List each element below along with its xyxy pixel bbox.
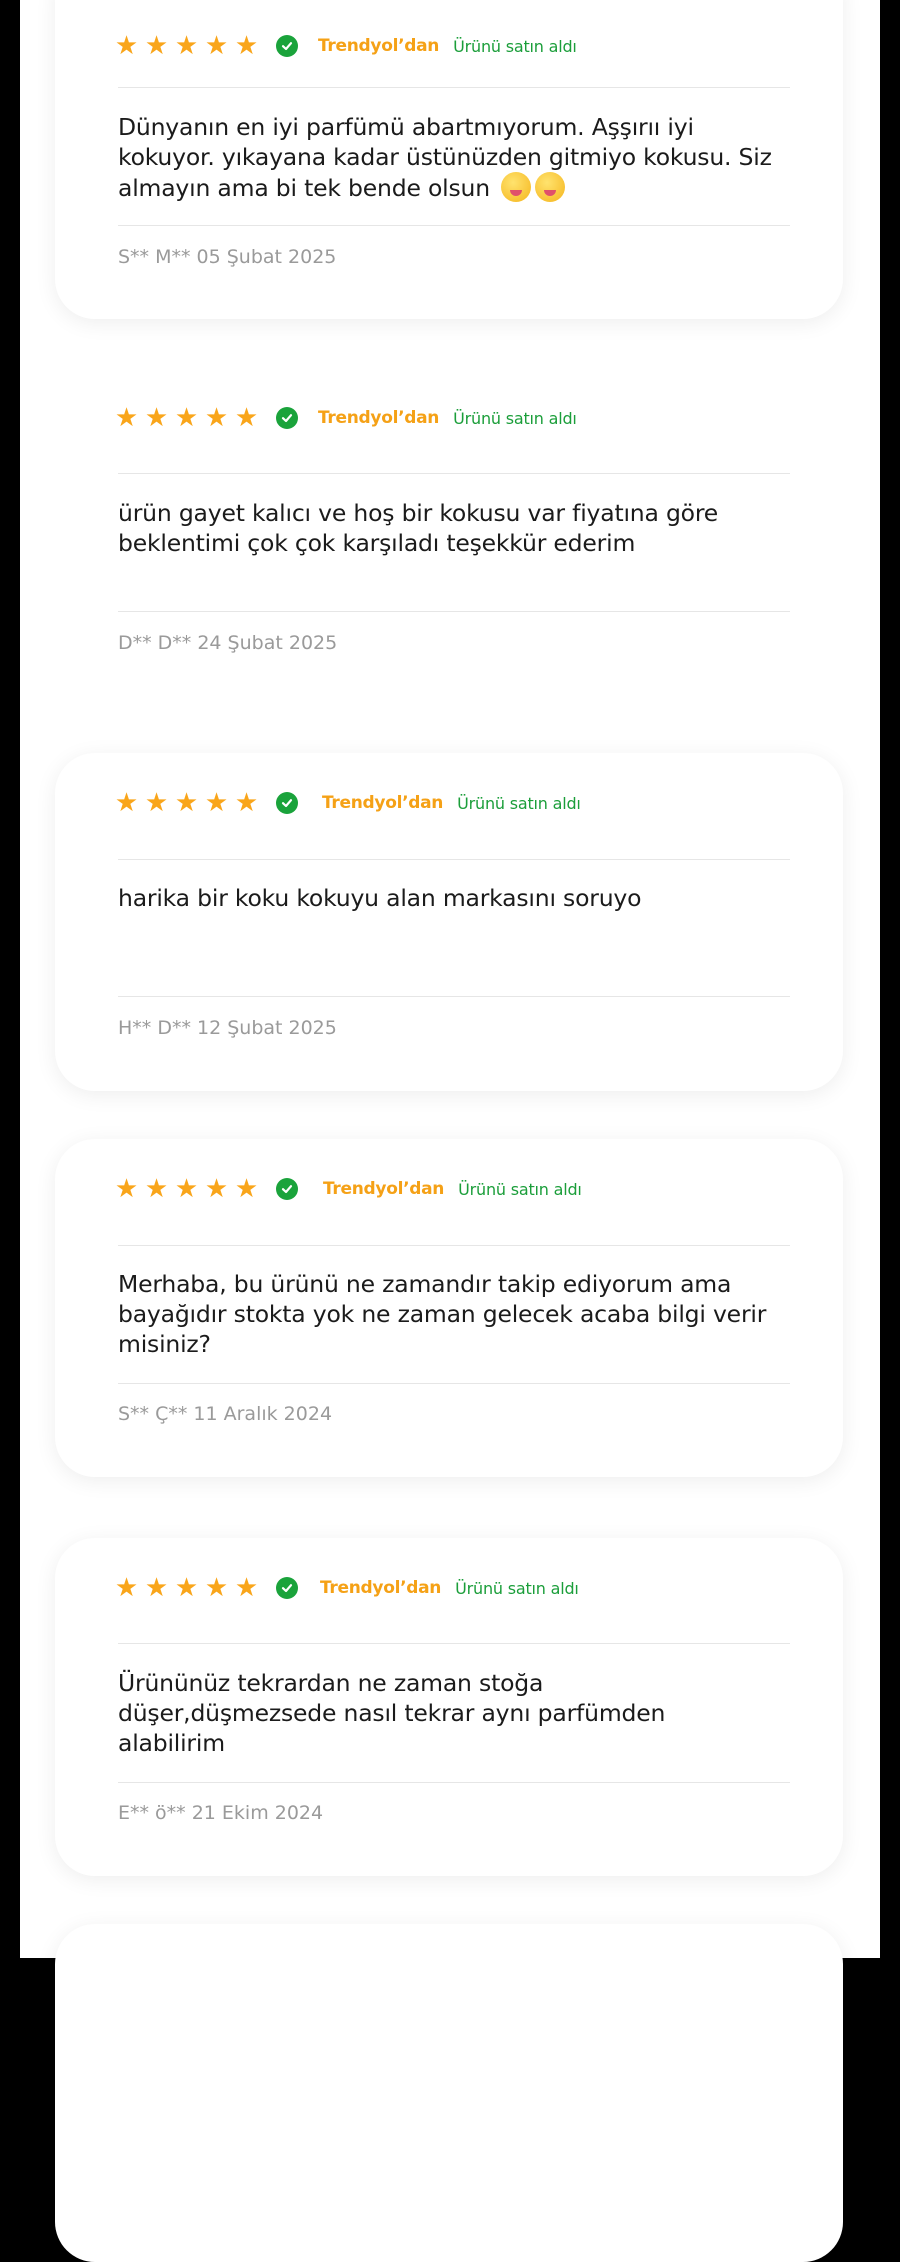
star-icon: ★: [234, 31, 259, 61]
divider: [118, 1383, 790, 1384]
star-icon: ★: [114, 1573, 139, 1603]
purchase-badge: Ürünü satın aldı: [458, 1179, 582, 1199]
star-icon: ★: [114, 403, 139, 433]
review-card: ★ ★ ★ ★ ★ Trendyol’dan Ürünü satın aldı …: [55, 368, 843, 706]
review-source: Trendyol’dan: [320, 1578, 442, 1598]
star-icon: ★: [234, 1573, 259, 1603]
star-icon: ★: [234, 1174, 259, 1204]
star-icon: ★: [144, 788, 169, 818]
divider: [118, 1782, 790, 1783]
rating-stars: ★ ★ ★ ★ ★: [113, 405, 260, 431]
star-icon: ★: [114, 788, 139, 818]
review-source: Trendyol’dan: [323, 1179, 445, 1199]
check-circle-icon: [276, 1178, 298, 1200]
divider: [118, 1643, 790, 1644]
review-text: Merhaba, bu ürünü ne zamandır takip ediy…: [118, 1270, 767, 1358]
star-icon: ★: [174, 1573, 199, 1603]
divider: [118, 611, 790, 612]
review-meta: ★ ★ ★ ★ ★ Trendyol’dan Ürünü satın aldı: [113, 1173, 582, 1205]
star-icon: ★: [144, 403, 169, 433]
divider: [118, 996, 790, 997]
review-card: ★ ★ ★ ★ ★ Trendyol’dan Ürünü satın aldı …: [55, 1538, 843, 1876]
divider: [118, 473, 790, 474]
star-icon: ★: [144, 1174, 169, 1204]
review-author-date: S** M** 05 Şubat 2025: [118, 246, 337, 268]
divider: [118, 1245, 790, 1246]
star-icon: ★: [144, 1573, 169, 1603]
review-card: ★ ★ ★ ★ ★ Trendyol’dan Ürünü satın aldı …: [55, 0, 843, 319]
review-author-date: S** Ç** 11 Aralık 2024: [118, 1403, 333, 1425]
divider: [118, 859, 790, 860]
review-meta: ★ ★ ★ ★ ★ Trendyol’dan Ürünü satın aldı: [113, 402, 577, 434]
rating-stars: ★ ★ ★ ★ ★: [113, 790, 260, 816]
star-icon: ★: [174, 31, 199, 61]
star-icon: ★: [114, 31, 139, 61]
review-meta: ★ ★ ★ ★ ★ Trendyol’dan Ürünü satın aldı: [113, 1572, 579, 1604]
star-icon: ★: [204, 1174, 229, 1204]
review-text: Dünyanın en iyi parfümü abartmıyorum. Aş…: [118, 113, 772, 202]
review-author-date: E** ö** 21 Ekim 2024: [118, 1802, 324, 1824]
star-icon: ★: [204, 788, 229, 818]
check-circle-icon: [276, 792, 298, 814]
review-meta: ★ ★ ★ ★ ★ Trendyol’dan Ürünü satın aldı: [113, 787, 581, 819]
star-icon: ★: [174, 403, 199, 433]
review-author-date: D** D** 24 Şubat 2025: [118, 632, 338, 654]
review-meta: ★ ★ ★ ★ ★ Trendyol’dan Ürünü satın aldı: [113, 30, 577, 62]
star-icon: ★: [144, 31, 169, 61]
review-card-partial: [55, 1924, 843, 2262]
review-card: ★ ★ ★ ★ ★ Trendyol’dan Ürünü satın aldı …: [55, 1139, 843, 1477]
review-author-date: H** D** 12 Şubat 2025: [118, 1017, 337, 1039]
star-icon: ★: [174, 1174, 199, 1204]
review-text: Ürününüz tekrardan ne zaman stoğa düşer,…: [118, 1669, 666, 1757]
purchase-badge: Ürünü satın aldı: [453, 408, 577, 428]
star-icon: ★: [234, 788, 259, 818]
check-circle-icon: [276, 407, 298, 429]
divider: [118, 225, 790, 226]
check-circle-icon: [276, 1577, 298, 1599]
review-text: harika bir koku kokuyu alan markasını so…: [118, 884, 642, 912]
purchase-badge: Ürünü satın aldı: [455, 1578, 579, 1598]
review-source: Trendyol’dan: [322, 793, 444, 813]
rating-stars: ★ ★ ★ ★ ★: [113, 1575, 260, 1601]
star-icon: ★: [234, 403, 259, 433]
star-icon: ★: [204, 1573, 229, 1603]
star-icon: ★: [204, 403, 229, 433]
review-text: ürün gayet kalıcı ve hoş bir kokusu var …: [118, 499, 719, 557]
review-source: Trendyol’dan: [318, 408, 440, 428]
purchase-badge: Ürünü satın aldı: [457, 793, 581, 813]
check-circle-icon: [276, 35, 298, 57]
divider: [118, 87, 790, 88]
review-card: ★ ★ ★ ★ ★ Trendyol’dan Ürünü satın aldı …: [55, 753, 843, 1091]
star-icon: ★: [174, 788, 199, 818]
zany-face-emoji: [535, 172, 566, 202]
zany-face-emoji: [501, 172, 532, 202]
star-icon: ★: [204, 31, 229, 61]
star-icon: ★: [114, 1174, 139, 1204]
rating-stars: ★ ★ ★ ★ ★: [113, 33, 260, 59]
purchase-badge: Ürünü satın aldı: [453, 36, 577, 56]
review-source: Trendyol’dan: [318, 36, 440, 56]
rating-stars: ★ ★ ★ ★ ★: [113, 1176, 260, 1202]
reviews-page: ★ ★ ★ ★ ★ Trendyol’dan Ürünü satın aldı …: [20, 0, 880, 2262]
